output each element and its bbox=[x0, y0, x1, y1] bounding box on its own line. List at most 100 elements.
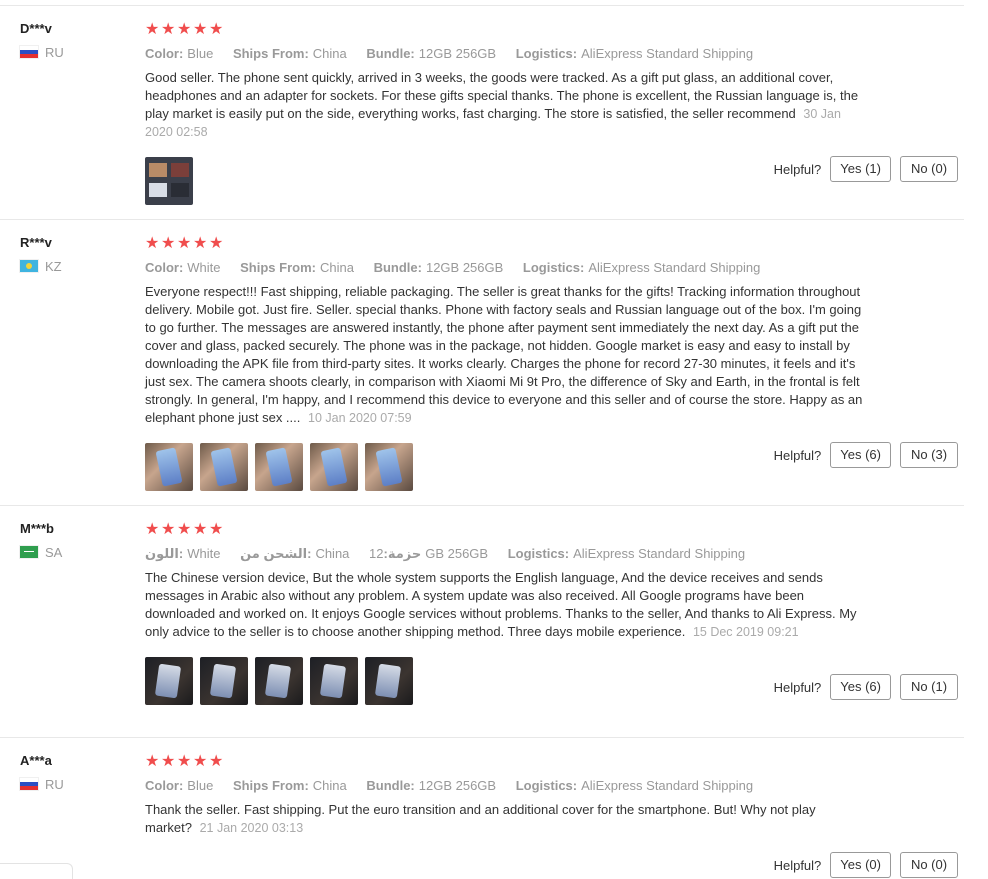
sku-value: AliExpress Standard Shipping bbox=[581, 778, 754, 793]
reviewer-country: RU bbox=[20, 44, 130, 60]
sku-key: اللون: bbox=[145, 546, 184, 561]
helpful-votes: Helpful? Yes (6) No (1) bbox=[774, 674, 958, 700]
review-photo[interactable] bbox=[145, 443, 193, 491]
sku-key: Ships From: bbox=[240, 260, 316, 275]
kazakhstan-flag-icon bbox=[20, 260, 38, 272]
star-icon: ★ bbox=[193, 519, 208, 538]
sku-key: Bundle: bbox=[366, 778, 415, 793]
sku-key: Bundle: bbox=[373, 260, 422, 275]
reviewer-name: R***v bbox=[20, 235, 52, 250]
helpful-label: Helpful? bbox=[773, 857, 822, 873]
sku-key: Logistics: bbox=[515, 778, 578, 793]
review-text: The Chinese version device, But the whol… bbox=[145, 569, 865, 641]
review-photo[interactable] bbox=[200, 443, 248, 491]
star-icon: ★ bbox=[161, 519, 176, 538]
review-photo[interactable] bbox=[145, 657, 193, 705]
review-date: 15 Dec 2019 09:21 bbox=[692, 625, 799, 639]
review-content: ★ ★ ★ ★ ★ Color: Blue Ships From: China Bu… bbox=[145, 753, 965, 837]
review-photo[interactable] bbox=[365, 443, 413, 491]
reviewer-info: A***a RU bbox=[20, 753, 130, 792]
floating-tab[interactable] bbox=[0, 863, 73, 879]
star-icon: ★ bbox=[161, 233, 176, 252]
review-body: Everyone respect!!! Fast shipping, relia… bbox=[145, 284, 863, 425]
sku-value: AliExpress Standard Shipping bbox=[581, 46, 754, 61]
star-icon: ★ bbox=[177, 519, 192, 538]
review-photo[interactable] bbox=[255, 657, 303, 705]
review-photo[interactable] bbox=[310, 443, 358, 491]
sku-value: AliExpress Standard Shipping bbox=[588, 260, 761, 275]
sku-info: اللون: White الشحن من: China حزمة:12GB 256… bbox=[145, 545, 965, 563]
star-icon: ★ bbox=[177, 233, 192, 252]
sku-value: China bbox=[315, 546, 350, 561]
review-photo[interactable] bbox=[145, 157, 193, 205]
reviewer-info: M***b SA bbox=[20, 521, 130, 560]
helpful-votes: Helpful? Yes (1) No (0) bbox=[774, 156, 958, 182]
sku-key: الشحن من: bbox=[240, 546, 312, 561]
sku-key: Logistics: bbox=[507, 546, 570, 561]
helpful-votes: Helpful? Yes (0) No (0) bbox=[774, 852, 958, 878]
reviewer-info: R***v KZ bbox=[20, 235, 130, 274]
star-rating: ★ ★ ★ ★ ★ bbox=[145, 753, 965, 769]
helpful-yes-button[interactable]: Yes (1) bbox=[830, 156, 891, 182]
country-code: RU bbox=[45, 44, 64, 60]
helpful-yes-button[interactable]: Yes (0) bbox=[830, 852, 891, 878]
helpful-yes-button[interactable]: Yes (6) bbox=[830, 442, 891, 468]
sku-value: China bbox=[319, 260, 354, 275]
review-photo[interactable] bbox=[310, 657, 358, 705]
sku-key: Bundle: bbox=[366, 46, 415, 61]
sku-value: 12GB 256GB bbox=[418, 46, 497, 61]
review-text: Everyone respect!!! Fast shipping, relia… bbox=[145, 283, 865, 427]
review-body: Good seller. The phone sent quickly, arr… bbox=[145, 70, 859, 121]
star-icon: ★ bbox=[177, 19, 192, 38]
review-photo[interactable] bbox=[200, 657, 248, 705]
saudi-arabia-flag-icon bbox=[20, 546, 38, 558]
sku-key: Ships From: bbox=[232, 778, 309, 793]
sku-key: Ships From: bbox=[232, 46, 309, 61]
helpful-no-button[interactable]: No (1) bbox=[900, 674, 958, 700]
star-icon: ★ bbox=[209, 519, 224, 538]
russia-flag-icon bbox=[20, 46, 38, 58]
helpful-yes-button[interactable]: Yes (6) bbox=[830, 674, 891, 700]
review-text: Thank the seller. Fast shipping. Put the… bbox=[145, 801, 865, 837]
review-card: M***b SA ★ ★ ★ ★ ★ اللون: White الشحن من:… bbox=[0, 506, 964, 738]
reviewer-info: D***v RU bbox=[20, 21, 130, 60]
reviewer-country: SA bbox=[20, 544, 130, 560]
star-icon: ★ bbox=[209, 751, 224, 770]
helpful-no-button[interactable]: No (0) bbox=[900, 852, 958, 878]
sku-key: Color: bbox=[145, 260, 184, 275]
sku-value: Blue bbox=[187, 46, 214, 61]
country-code: KZ bbox=[45, 258, 62, 274]
country-code: RU bbox=[45, 776, 64, 792]
reviewer-name: D***v bbox=[20, 21, 52, 36]
helpful-votes: Helpful? Yes (6) No (3) bbox=[774, 442, 958, 468]
reviewer-country: RU bbox=[20, 776, 130, 792]
sku-value: White bbox=[187, 546, 221, 561]
star-icon: ★ bbox=[209, 19, 224, 38]
sku-value: China bbox=[312, 778, 347, 793]
review-photo[interactable] bbox=[365, 657, 413, 705]
helpful-no-button[interactable]: No (0) bbox=[900, 156, 958, 182]
sku-value: China bbox=[312, 46, 347, 61]
sku-value: 12GB 256GB bbox=[425, 260, 504, 275]
star-icon: ★ bbox=[209, 233, 224, 252]
star-icon: ★ bbox=[177, 751, 192, 770]
star-icon: ★ bbox=[193, 751, 208, 770]
helpful-label: Helpful? bbox=[773, 447, 822, 463]
review-card: D***v RU ★ ★ ★ ★ ★ Color: Blue Ships From… bbox=[0, 6, 964, 220]
sku-key: حزمة: bbox=[383, 546, 422, 561]
review-photo[interactable] bbox=[255, 443, 303, 491]
sku-info: Color: White Ships From: China Bundle: 12GB… bbox=[145, 259, 965, 277]
review-date: 10 Jan 2020 07:59 bbox=[308, 411, 412, 425]
helpful-no-button[interactable]: No (3) bbox=[900, 442, 958, 468]
review-card: A***a RU ★ ★ ★ ★ ★ Color: Blue Ships From… bbox=[0, 738, 964, 879]
star-rating: ★ ★ ★ ★ ★ bbox=[145, 21, 965, 37]
sku-key: Color: bbox=[145, 46, 184, 61]
star-icon: ★ bbox=[145, 233, 160, 252]
sku-key: Color: bbox=[145, 778, 184, 793]
review-text: Good seller. The phone sent quickly, arr… bbox=[145, 69, 865, 141]
reviews-page: D***v RU ★ ★ ★ ★ ★ Color: Blue Ships From… bbox=[0, 0, 988, 879]
review-card: R***v KZ ★ ★ ★ ★ ★ Color: White Ships Fro… bbox=[0, 220, 964, 506]
sku-info: Color: Blue Ships From: China Bundle: 12GB … bbox=[145, 777, 965, 795]
review-date: 21 Jan 2020 03:13 bbox=[199, 821, 304, 835]
star-icon: ★ bbox=[193, 233, 208, 252]
